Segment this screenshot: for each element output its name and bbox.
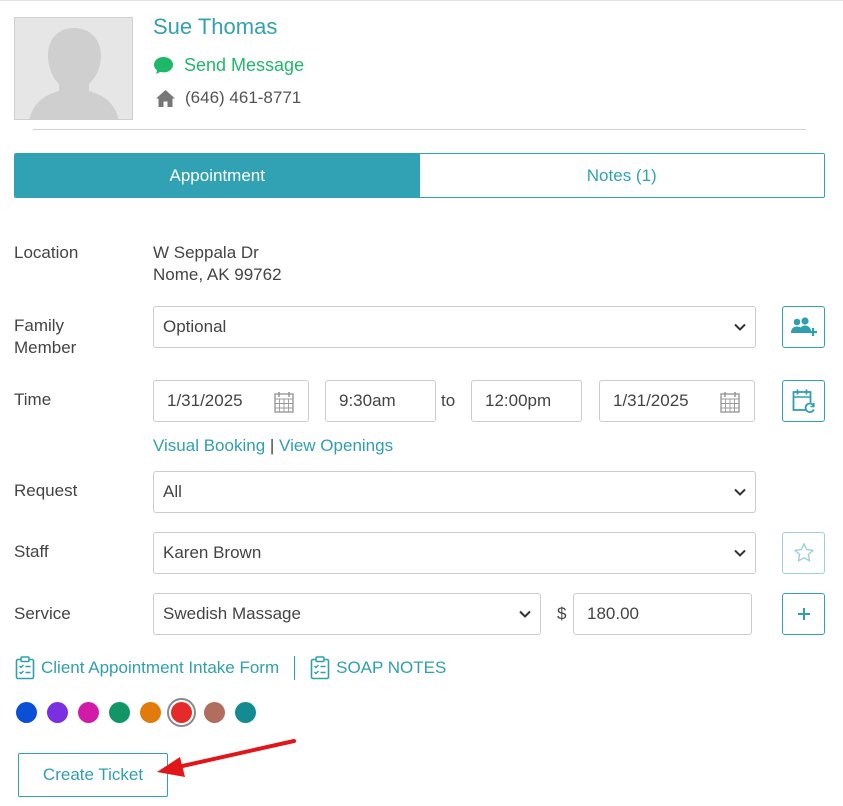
color-swatch-blue[interactable] <box>16 702 37 723</box>
end-time-value: 12:00pm <box>485 391 552 410</box>
time-to-label: to <box>441 391 456 410</box>
address-line-2: Nome, AK 99762 <box>153 265 282 284</box>
appointment-color-picker <box>16 698 266 727</box>
chevron-down-icon <box>734 323 746 331</box>
request-select[interactable]: All <box>153 471 756 513</box>
add-family-member-button[interactable] <box>782 306 825 348</box>
start-date-value: 1/31/2025 <box>167 391 243 410</box>
time-label: Time <box>14 390 52 409</box>
end-time-input[interactable]: 12:00pm <box>471 380 582 422</box>
location-label: Location <box>14 243 79 262</box>
calendar-icon <box>274 392 294 413</box>
intake-form-link[interactable]: Client Appointment Intake Form <box>15 656 279 680</box>
soap-notes-link[interactable]: SOAP NOTES <box>310 656 446 680</box>
price-input[interactable]: 180.00 <box>573 593 752 635</box>
favorite-staff-button[interactable] <box>782 532 825 574</box>
calendar-icon <box>720 392 740 413</box>
send-message-link[interactable]: Send Message <box>153 55 304 76</box>
currency-symbol: $ <box>557 604 567 623</box>
family-member-value: Optional <box>163 317 227 336</box>
color-swatch-purple[interactable] <box>47 702 68 723</box>
color-swatch-brown[interactable] <box>204 702 225 723</box>
color-swatch-orange[interactable] <box>140 702 161 723</box>
forms-separator <box>294 656 296 680</box>
start-date-input[interactable]: 1/31/2025 <box>153 380 309 422</box>
client-name[interactable]: Sue Thomas <box>153 14 277 40</box>
color-swatch-teal[interactable] <box>235 702 256 723</box>
request-label: Request <box>14 481 78 500</box>
star-outline-icon <box>793 543 814 562</box>
end-date-value: 1/31/2025 <box>613 391 689 410</box>
client-phone: (646) 461-8771 <box>155 88 301 108</box>
person-silhouette-icon <box>15 18 132 119</box>
chevron-down-icon <box>734 549 746 557</box>
clipboard-check-icon <box>15 656 35 680</box>
color-swatch-selected-ring <box>167 698 196 727</box>
intake-form-label: Client Appointment Intake Form <box>41 658 280 677</box>
add-family-icon <box>790 317 817 336</box>
end-date-input[interactable]: 1/31/2025 <box>599 380 755 422</box>
start-time-input[interactable]: 9:30am <box>325 380 436 422</box>
request-value: All <box>163 482 182 501</box>
staff-value: Karen Brown <box>163 543 262 562</box>
family-label-line-2: Member <box>14 338 77 357</box>
service-value: Swedish Massage <box>163 604 301 623</box>
tab-notes[interactable]: Notes (1) <box>419 154 824 197</box>
visual-booking-link[interactable]: Visual Booking <box>153 436 265 455</box>
booking-links-separator: | <box>269 436 275 455</box>
color-swatch-magenta[interactable] <box>78 702 99 723</box>
chevron-down-icon <box>519 610 531 618</box>
family-label-line-1: Family <box>14 316 65 335</box>
family-member-label: Family Member <box>14 315 76 359</box>
tab-appointment[interactable]: Appointment <box>15 154 420 197</box>
tab-bar: Appointment Notes (1) <box>14 153 825 198</box>
phone-number: (646) 461-8771 <box>185 88 302 107</box>
color-swatch-red[interactable] <box>171 702 192 723</box>
home-icon <box>156 89 175 107</box>
staff-label: Staff <box>14 542 49 561</box>
price-value: 180.00 <box>587 604 639 623</box>
add-service-button[interactable] <box>782 593 825 635</box>
service-label: Service <box>14 604 71 623</box>
booking-links: Visual Booking | View Openings <box>153 436 393 456</box>
view-openings-link[interactable]: View Openings <box>279 436 393 455</box>
color-swatch-green[interactable] <box>109 702 130 723</box>
recurring-appointment-button[interactable] <box>782 380 825 422</box>
service-select[interactable]: Swedish Massage <box>153 593 541 635</box>
address-line-1: W Seppala Dr <box>153 243 259 262</box>
location-address: W Seppala Dr Nome, AK 99762 <box>153 242 282 286</box>
client-avatar <box>14 17 133 120</box>
family-member-select[interactable]: Optional <box>153 306 756 348</box>
staff-select[interactable]: Karen Brown <box>153 532 756 574</box>
clipboard-check-icon <box>310 656 330 680</box>
send-message-label: Send Message <box>184 55 305 75</box>
soap-notes-label: SOAP NOTES <box>336 658 447 677</box>
top-border <box>0 0 843 1</box>
header-divider <box>33 129 806 130</box>
calendar-refresh-icon <box>792 389 815 413</box>
create-ticket-button[interactable]: Create Ticket <box>18 753 168 797</box>
chevron-down-icon <box>734 488 746 496</box>
start-time-value: 9:30am <box>339 391 396 410</box>
chat-bubble-icon <box>154 57 173 74</box>
forms-row: Client Appointment Intake Form SOAP NOTE… <box>15 656 446 680</box>
plus-icon <box>797 608 810 620</box>
